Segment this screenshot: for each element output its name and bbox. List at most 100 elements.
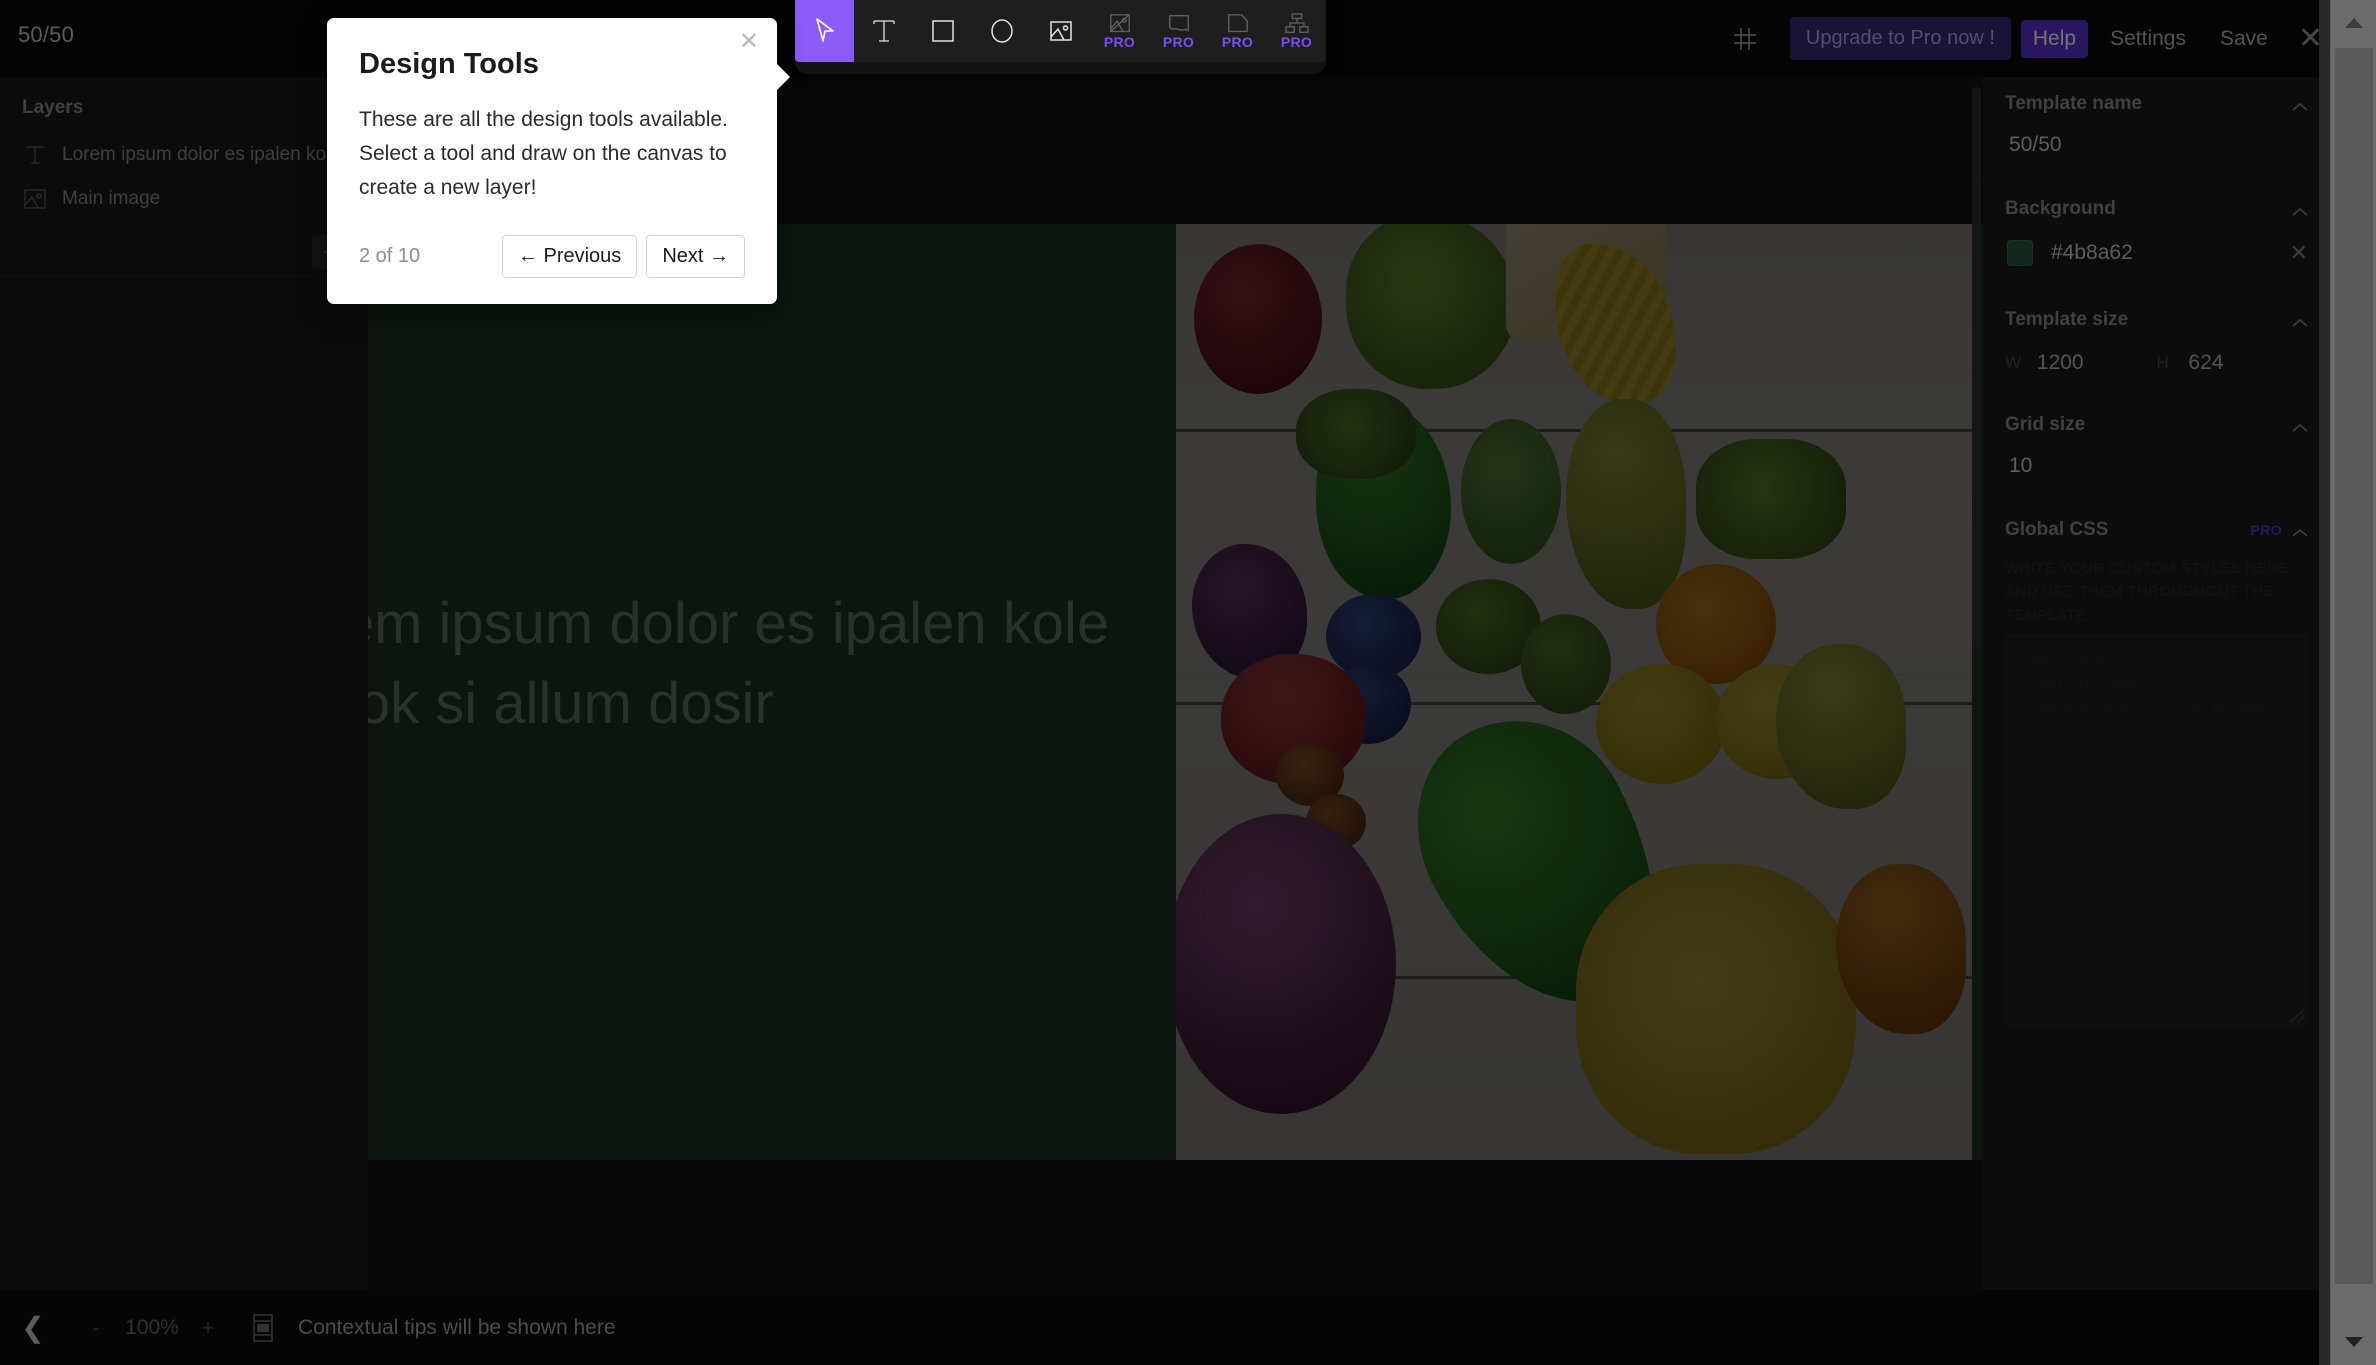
section-body: 50/50 [1983, 125, 2330, 181]
tour-close-icon[interactable]: ✕ [739, 30, 759, 54]
list-item[interactable]: Lorem ipsum dolor es ipalen kole [0, 133, 368, 177]
canvas-text-layer[interactable]: Lorem ipsum dolor es ipalen kole marok s… [368, 584, 1178, 744]
tour-nav-buttons: ← Previous Next → [501, 235, 745, 279]
section-template-size: Template size W 1200 H 624 [1983, 293, 2330, 398]
global-css-placeholder: .my-class { margin: 10px; backdrop-filte… [2022, 652, 2293, 744]
tour-body-text: These are all the design tools available… [359, 108, 728, 200]
background-color-row: #4b8a62 ✕ [2005, 234, 2308, 274]
section-header[interactable]: Background [1983, 182, 2330, 230]
height-label: H [2156, 353, 2169, 372]
section-body: Write your custom styles here and use th… [1983, 551, 2330, 1045]
scroll-up-arrow-icon[interactable] [2331, 0, 2376, 46]
header-actions: Upgrade to Pro now ! Help Settings Save … [1722, 0, 2323, 77]
layers-footer: + [0, 221, 368, 269]
layers-sidebar: Layers Lorem ipsum dolor es ipalen kole … [0, 77, 368, 1365]
tour-title: Design Tools [359, 48, 539, 80]
canvas-image-layer[interactable] [1176, 224, 1972, 1160]
pro-badge: PRO [1280, 34, 1313, 50]
zoom-out-button[interactable]: - [88, 1315, 104, 1341]
divider [0, 275, 368, 276]
section-template-name: Template name 50/50 [1983, 77, 2330, 182]
layers-panel-title: Layers [22, 97, 84, 118]
tour-previous-button[interactable]: ← Previous [501, 235, 638, 279]
rect-tool[interactable] [913, 0, 972, 62]
scrollbar-gutter [2319, 0, 2330, 1365]
save-button[interactable]: Save [2208, 20, 2280, 58]
section-header[interactable]: Global CSS PRO [1983, 503, 2330, 551]
zoom-level: 100% [125, 1315, 179, 1339]
section-title: Global CSS [2005, 519, 2109, 540]
ellipse-tool[interactable] [972, 0, 1031, 62]
section-title: Template size [2005, 309, 2129, 330]
properties-sidebar: Template name 50/50 Background #4b8a62 ✕… [1983, 77, 2330, 1365]
banner-tool[interactable]: PRO [1149, 0, 1208, 62]
section-background: Background #4b8a62 ✕ [1983, 182, 2330, 293]
chevron-up-icon[interactable] [2292, 315, 2308, 327]
design-toolbar-container: PRO PRO PRO PRO [795, 0, 1326, 74]
help-button[interactable]: Help [2020, 19, 2089, 58]
section-header[interactable]: Template name [1983, 77, 2330, 125]
pro-badge: PRO [1221, 34, 1254, 50]
design-canvas[interactable]: Lorem ipsum dolor es ipalen kole marok s… [368, 224, 1983, 1160]
section-body: W 1200 H 624 [1983, 341, 2330, 397]
chevron-up-icon[interactable] [2292, 525, 2308, 537]
background-hex-input[interactable]: #4b8a62 [2051, 241, 2272, 265]
list-item-label: Main image [62, 188, 161, 209]
section-header[interactable]: Template size [1983, 293, 2330, 341]
chevron-up-icon[interactable] [2292, 420, 2308, 432]
text-tool[interactable] [854, 0, 913, 62]
grid-size-input[interactable]: 10 [2005, 450, 2308, 484]
chevron-up-icon[interactable] [2292, 99, 2308, 111]
zoom-in-button[interactable]: + [200, 1315, 216, 1341]
global-css-hint: Write your custom styles here and use th… [2005, 560, 2289, 624]
chevron-up-icon[interactable] [2292, 204, 2308, 216]
tour-next-button[interactable]: Next → [646, 235, 745, 279]
section-title: Grid size [2005, 414, 2086, 435]
tour-footer: 2 of 10 ← Previous Next → [359, 235, 745, 279]
image-layer-icon [22, 186, 48, 212]
section-body: 10 [1983, 446, 2330, 502]
mask-tool[interactable]: PRO [1090, 0, 1149, 62]
pro-badge: PRO [2250, 522, 2282, 538]
layout-icon[interactable] [250, 1313, 276, 1343]
height-input[interactable]: 624 [2188, 351, 2308, 375]
group-tool[interactable]: PRO [1267, 0, 1326, 62]
tour-popover: ✕ Design Tools These are all the design … [327, 18, 790, 305]
app-root: 50/50 Upgrade to Pro now ! Help Settings… [0, 0, 2376, 1365]
contextual-tip: Contextual tips will be shown here [298, 1315, 616, 1339]
pro-badge: PRO [1103, 34, 1136, 50]
page-title: 50/50 [18, 22, 75, 47]
bottom-status-bar: ❮ - 100% + Contextual tips will be shown… [0, 1290, 2330, 1365]
text-layer-icon [22, 142, 48, 168]
select-tool[interactable] [795, 0, 854, 62]
shape-tool[interactable]: PRO [1208, 0, 1267, 62]
browser-scrollbar[interactable] [2330, 0, 2376, 1365]
canvas-vertical-scrollbar[interactable] [1972, 87, 1981, 647]
width-label: W [2005, 353, 2022, 372]
list-item-label: Lorem ipsum dolor es ipalen kole [62, 144, 341, 165]
section-title: Background [2005, 198, 2116, 219]
upgrade-to-pro-button[interactable]: Upgrade to Pro now ! [1789, 17, 2011, 60]
scrollbar-thumb[interactable] [2335, 48, 2373, 1284]
image-tool[interactable] [1031, 0, 1090, 62]
scroll-down-arrow-icon[interactable] [2331, 1319, 2376, 1365]
grid-icon[interactable] [1722, 16, 1768, 62]
chevron-left-icon[interactable]: ❮ [0, 1311, 66, 1344]
width-input[interactable]: 1200 [2037, 351, 2157, 375]
design-toolbar: PRO PRO PRO PRO [795, 0, 1326, 62]
tour-step-counter: 2 of 10 [359, 245, 421, 268]
section-header[interactable]: Grid size [1983, 398, 2330, 446]
template-name-input[interactable]: 50/50 [2005, 129, 2308, 163]
color-swatch[interactable] [2007, 240, 2033, 266]
section-title: Template name [2005, 93, 2142, 114]
template-size-row: W 1200 H 624 [2005, 345, 2308, 379]
global-css-textarea[interactable]: .my-class { margin: 10px; backdrop-filte… [2005, 634, 2308, 1027]
section-grid-size: Grid size 10 [1983, 398, 2330, 503]
section-body: #4b8a62 ✕ [1983, 230, 2330, 292]
tour-pointer-arrow [776, 63, 790, 91]
section-global-css: Global CSS PRO Write your custom styles … [1983, 503, 2330, 1046]
list-item[interactable]: Main image [0, 177, 368, 221]
clear-background-icon[interactable]: ✕ [2290, 240, 2308, 266]
settings-button[interactable]: Settings [2098, 20, 2198, 58]
resize-grip-icon[interactable] [2290, 1008, 2304, 1023]
